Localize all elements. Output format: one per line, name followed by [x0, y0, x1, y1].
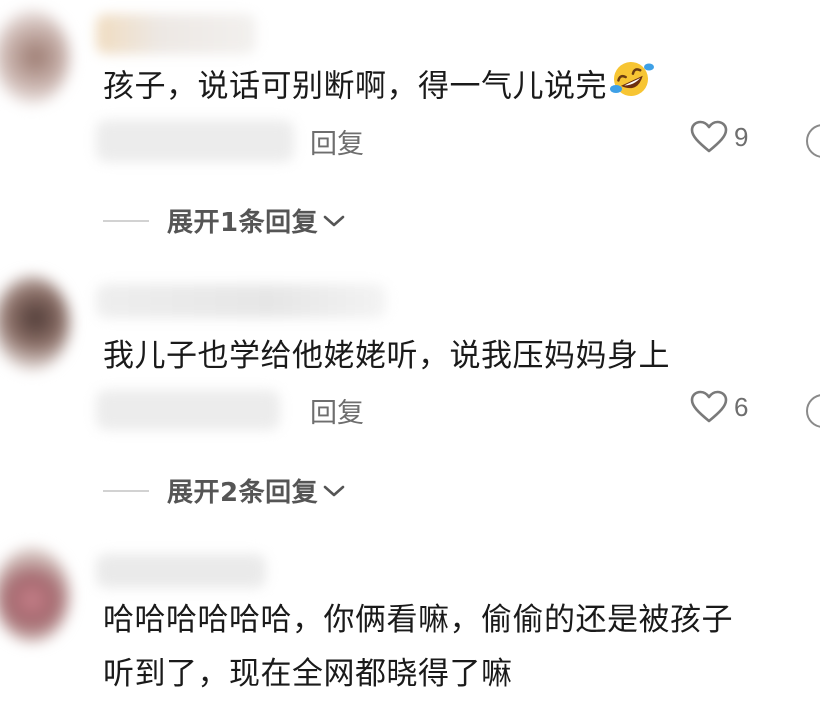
username-blurred[interactable] [96, 14, 256, 54]
expand-replies[interactable]: 展开1条回复 [103, 202, 346, 239]
meta-blurred [96, 120, 294, 162]
reply-button[interactable]: 回复 [310, 122, 364, 161]
heart-outline-icon [690, 120, 728, 153]
chevron-down-icon [323, 485, 345, 496]
username-blurred[interactable] [96, 554, 266, 588]
divider [103, 489, 149, 492]
chevron-down-icon [323, 215, 345, 226]
avatar[interactable] [0, 276, 70, 370]
heart-outline-icon [690, 390, 728, 423]
expand-replies-label: 展开2条回复 [167, 478, 319, 508]
comment-text-line2: 听到了，现在全网都晓得了嘛 [103, 656, 513, 692]
reply-button[interactable]: 回复 [310, 391, 364, 430]
like-count: 9 [734, 121, 749, 152]
avatar[interactable] [0, 10, 70, 104]
like-count: 6 [734, 391, 749, 422]
laughing-emoji-icon [609, 59, 657, 111]
divider [103, 219, 149, 222]
like-button[interactable]: 9 [690, 120, 748, 154]
expand-replies-label: 展开1条回复 [167, 208, 319, 238]
avatar[interactable] [0, 548, 70, 642]
dislike-icon[interactable] [806, 124, 820, 158]
meta-blurred [96, 390, 280, 430]
username-blurred[interactable] [96, 284, 386, 318]
comment-text-line1: 哈哈哈哈哈哈，你俩看嘛，偷偷的还是被孩子 [103, 602, 733, 638]
dislike-icon[interactable] [806, 394, 820, 428]
expand-replies[interactable]: 展开2条回复 [103, 472, 346, 509]
comment-text: 我儿子也学给他姥姥听，说我压妈妈身上 [103, 338, 670, 374]
comment-text: 孩子，说话可别断啊，得一气儿说完 [103, 62, 657, 114]
like-button[interactable]: 6 [690, 390, 748, 424]
